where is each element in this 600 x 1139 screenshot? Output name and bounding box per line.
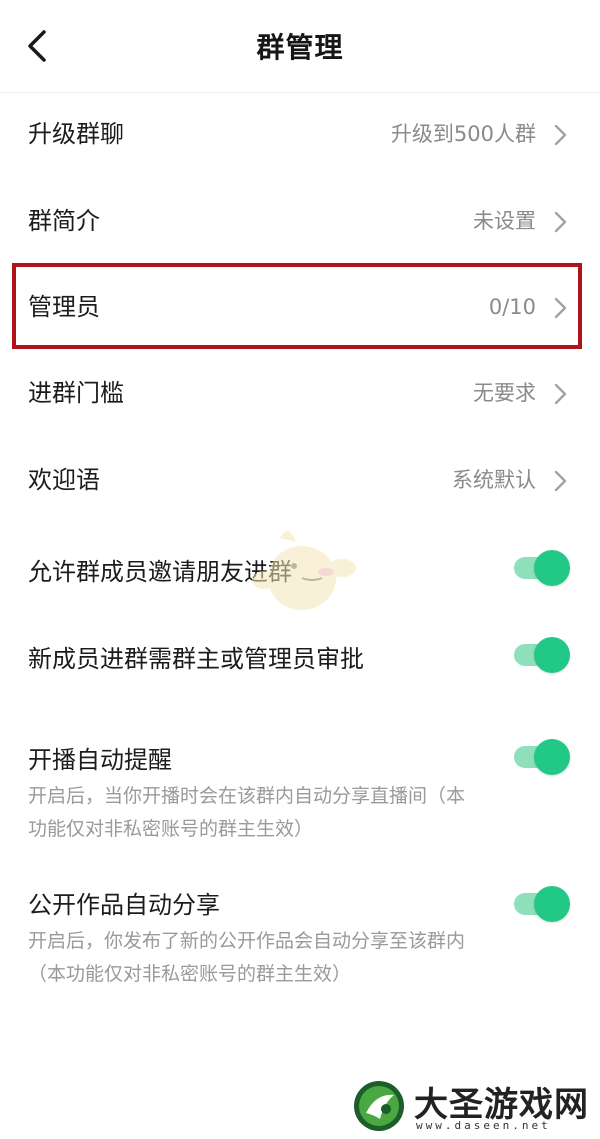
live-reminder-toggle[interactable] [514, 739, 570, 775]
chevron-right-icon [554, 124, 567, 146]
chevron-right-icon [554, 211, 567, 233]
setting-auto-share: 公开作品自动分享 开启后，你发布了新的公开作品会自动分享至该群内（本功能仅对非私… [0, 878, 600, 988]
row-label: 进群门槛 [28, 379, 124, 407]
highlight-box [12, 263, 582, 349]
top-bar: 群管理 [0, 0, 600, 93]
row-group-intro[interactable]: 群简介 未设置 [0, 178, 600, 265]
row-upgrade-group[interactable]: 升级群聊 升级到500人群 [0, 91, 600, 178]
page-title: 群管理 [256, 31, 344, 64]
row-label: 升级群聊 [28, 120, 124, 148]
row-label: 欢迎语 [28, 466, 100, 494]
toggle-knob [534, 739, 570, 775]
row-label: 群简介 [28, 207, 100, 235]
chevron-right-icon [554, 383, 567, 405]
auto-share-toggle[interactable] [514, 886, 570, 922]
mascot-watermark-icon [252, 530, 356, 610]
setting-label: 开播自动提醒 [28, 746, 172, 774]
setting-label: 公开作品自动分享 [28, 891, 220, 919]
setting-description: 开启后，当你开播时会在该群内自动分享直播间（本功能仅对非私密账号的群主生效） [28, 785, 466, 840]
chevron-right-icon [554, 470, 567, 492]
row-value: 系统默认 [452, 468, 536, 492]
toggle-knob [534, 550, 570, 586]
setting-live-reminder: 开播自动提醒 开启后，当你开播时会在该群内自动分享直播间（本功能仅对非私密账号的… [0, 733, 600, 843]
row-value: 未设置 [473, 209, 536, 233]
row-welcome-message[interactable]: 欢迎语 系统默认 [0, 437, 600, 524]
row-value: 升级到500人群 [390, 122, 536, 146]
toggle-knob [534, 886, 570, 922]
setting-description: 开启后，你发布了新的公开作品会自动分享至该群内（本功能仅对非私密账号的群主生效） [28, 930, 466, 985]
join-approval-toggle[interactable] [514, 637, 570, 673]
setting-join-approval: 新成员进群需群主或管理员审批 [0, 632, 600, 677]
row-value: 无要求 [473, 381, 536, 405]
watermark-logo-icon [354, 1081, 404, 1131]
setting-label: 新成员进群需群主或管理员审批 [28, 645, 364, 673]
site-watermark: 大圣游戏网 www.daseen.net [352, 1075, 592, 1135]
watermark-url: www.daseen.net [416, 1119, 551, 1132]
toggle-knob [534, 637, 570, 673]
allow-invite-toggle[interactable] [514, 550, 570, 586]
row-join-threshold[interactable]: 进群门槛 无要求 [0, 350, 600, 437]
